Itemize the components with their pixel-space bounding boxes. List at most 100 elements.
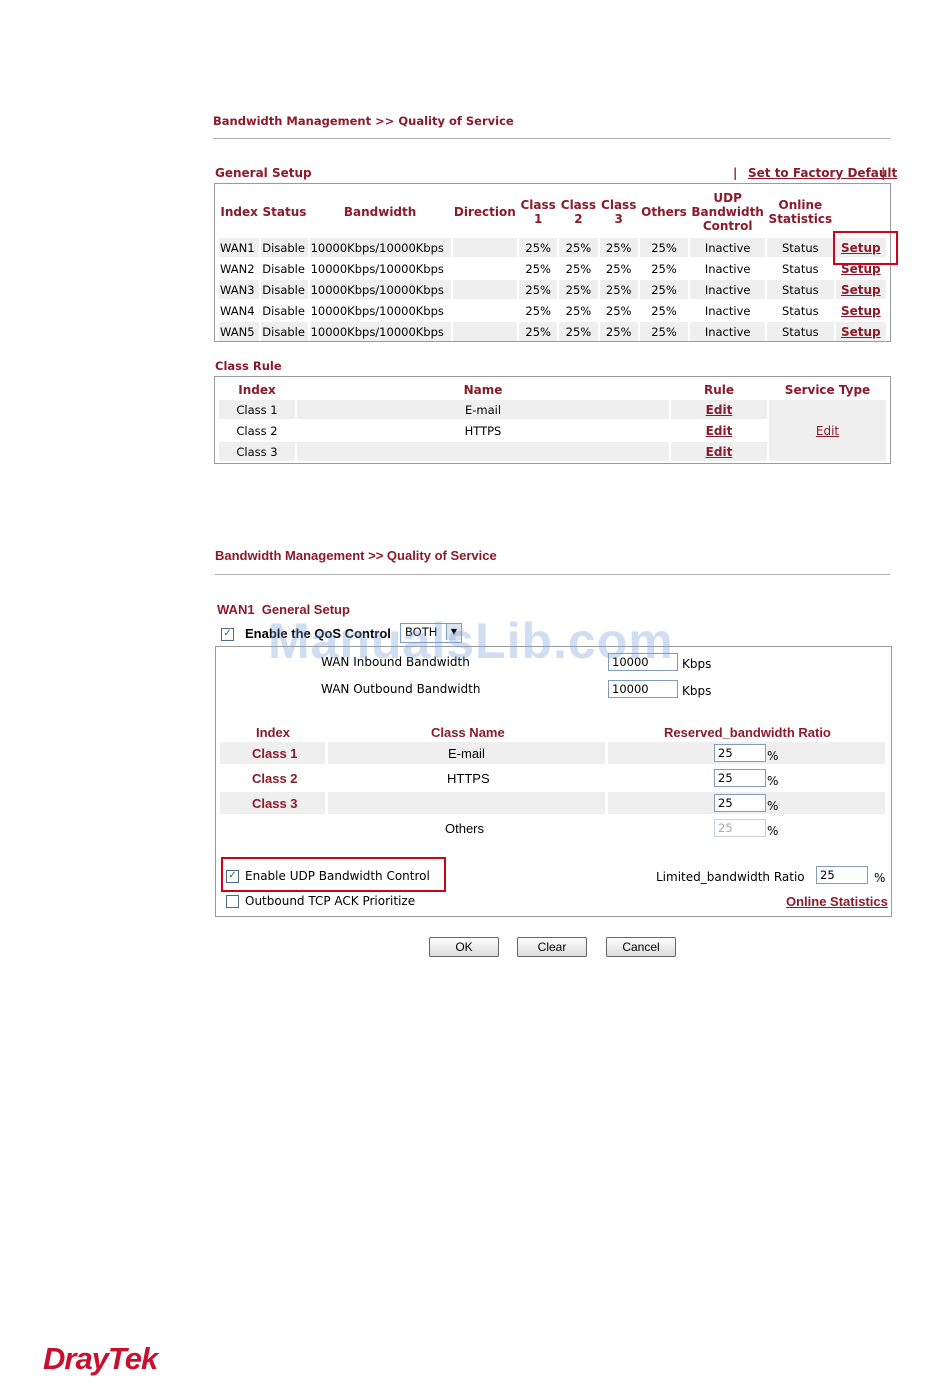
ratio-input[interactable] <box>714 769 766 787</box>
pipe-right: | <box>881 166 886 180</box>
divider-2 <box>215 574 890 575</box>
wan-cell-c1: 25% <box>519 238 558 257</box>
limited-input[interactable] <box>816 866 868 884</box>
header-class2: Class 2 <box>560 198 597 226</box>
wan-cell-c3: 25% <box>605 303 632 318</box>
outbound-label: WAN Outbound Bandwidth <box>321 682 481 696</box>
wan-cell-index: WAN4 <box>220 303 255 318</box>
ratio-class-name: HTTPS <box>447 771 490 786</box>
percent-sign: % <box>767 774 779 788</box>
enable-qos-checkbox[interactable]: ✓ <box>221 628 234 641</box>
percent-sign: % <box>767 824 779 838</box>
header-online: Online Statistics <box>768 198 833 226</box>
others-ratio-input <box>714 819 766 837</box>
watermark: ManualsLib.com <box>268 613 674 669</box>
wan-cell-action: Setup <box>835 280 886 299</box>
tcp-ack-label: Outbound TCP ACK Prioritize <box>245 894 416 908</box>
class-header-rule: Rule <box>703 382 735 397</box>
wan-cell-c2: 25% <box>559 280 598 299</box>
ratio-input[interactable] <box>714 744 766 762</box>
divider <box>213 138 890 139</box>
wan-cell-others: 25% <box>651 303 677 318</box>
wan-cell-index: WAN5 <box>219 322 260 341</box>
class-index: Class 3 <box>219 442 295 461</box>
header-others: Others <box>641 205 687 219</box>
wan-row: WAN5 Disable 10000Kbps/10000Kbps 25% 25% 25% 2… <box>219 322 886 341</box>
factory-default-link[interactable]: Set to Factory Default <box>748 166 897 180</box>
wan-cell-status: Disable <box>261 280 308 299</box>
wan-cell-direction <box>452 322 518 341</box>
ratio-class-name: E-mail <box>448 746 485 761</box>
service-type-edit-link[interactable]: Edit <box>816 424 839 438</box>
others-label: Others <box>445 821 485 836</box>
udp-checkbox[interactable]: ✓ <box>226 870 239 883</box>
wan-cell-udp: Inactive <box>690 322 766 341</box>
wan-cell-c3: 25% <box>599 280 638 299</box>
header-bandwidth: Bandwidth <box>343 205 417 219</box>
class-name <box>297 442 669 461</box>
class-name: E-mail <box>297 400 669 419</box>
wan-cell-direction <box>453 259 517 278</box>
wan-table-box: Index Status Bandwidth Direction Class 1… <box>214 183 891 342</box>
tcp-ack-checkbox[interactable] <box>226 895 239 908</box>
wan-cell-online: Status <box>782 261 819 276</box>
wan-cell-c3: 25% <box>599 238 638 257</box>
online-statistics-link[interactable]: Online Statistics <box>786 894 888 909</box>
class-header-service: Service Type <box>784 382 871 397</box>
wan-cell-udp: Inactive <box>704 261 751 276</box>
inbound-unit: Kbps <box>682 657 712 671</box>
breadcrumb: Bandwidth Management >> Quality of Servi… <box>213 114 514 128</box>
wan-cell-bandwidth: 10000Kbps/10000Kbps <box>309 238 451 257</box>
class-rule-edit-link[interactable]: Edit <box>706 445 733 459</box>
ratio-index: Class 2 <box>252 771 298 786</box>
wan-cell-status: Disable <box>262 261 305 276</box>
wan-cell-c2: 25% <box>559 238 598 257</box>
wan-cell-others: 25% <box>639 238 689 257</box>
header-action <box>836 188 886 236</box>
wan-cell-online: Status <box>767 322 834 341</box>
ratio-header-class-name: Class Name <box>431 725 505 740</box>
class-rule-title: Class Rule <box>215 359 282 373</box>
wan-cell-c2: 25% <box>565 303 592 318</box>
wan-cell-direction <box>452 238 518 257</box>
wan-cell-index: WAN3 <box>219 280 260 299</box>
outbound-input[interactable] <box>608 680 678 698</box>
wan-cell-c1: 25% <box>525 261 551 276</box>
wan-cell-c2: 25% <box>565 261 592 276</box>
limited-label: Limited_bandwidth Ratio <box>656 870 805 884</box>
wan-cell-status: Disable <box>261 322 308 341</box>
wan-cell-index: WAN2 <box>220 261 255 276</box>
pipe-left: | <box>733 166 738 180</box>
ratio-input[interactable] <box>714 794 766 812</box>
class-header-name: Name <box>463 382 503 397</box>
wan-cell-online: Status <box>767 280 834 299</box>
wan-cell-status: Disable <box>261 238 308 257</box>
wan-cell-status: Disable <box>262 303 305 318</box>
wan-cell-index: WAN1 <box>219 238 260 257</box>
ratio-index: Class 3 <box>252 796 298 811</box>
wan-row: WAN2 Disable 10000Kbps/10000Kbps 25% 25% 25% 2… <box>219 259 886 278</box>
breadcrumb-2: Bandwidth Management >> Quality of Servi… <box>215 548 497 563</box>
wan-cell-online: Status <box>782 303 819 318</box>
class-rule-box: Index Name Rule Service Type Class 1 E-m… <box>214 376 891 464</box>
wan-cell-c1: 25% <box>519 322 558 341</box>
class-rule-edit-link[interactable]: Edit <box>706 403 733 417</box>
clear-button[interactable]: Clear <box>517 937 587 957</box>
class-rule-edit-link[interactable]: Edit <box>706 424 733 438</box>
header-index: Index <box>220 205 258 219</box>
header-status: Status <box>262 205 307 219</box>
cancel-button[interactable]: Cancel <box>606 937 676 957</box>
header-udp: UDP Bandwidth Control <box>691 191 764 233</box>
ok-button[interactable]: OK <box>429 937 499 957</box>
setup-link[interactable]: Setup <box>841 304 881 318</box>
setup-link[interactable]: Setup <box>841 283 881 297</box>
wan-cell-direction <box>453 301 517 320</box>
draytek-logo: DrayTek <box>43 1341 158 1376</box>
wan-cell-action: Setup <box>835 322 886 341</box>
ratio-index: Class 1 <box>252 746 298 761</box>
wan-cell-c3: 25% <box>599 322 638 341</box>
wan-cell-action: Setup <box>836 301 886 320</box>
wan-cell-direction <box>452 280 518 299</box>
wan-cell-online: Status <box>767 238 834 257</box>
setup-link[interactable]: Setup <box>841 325 881 339</box>
